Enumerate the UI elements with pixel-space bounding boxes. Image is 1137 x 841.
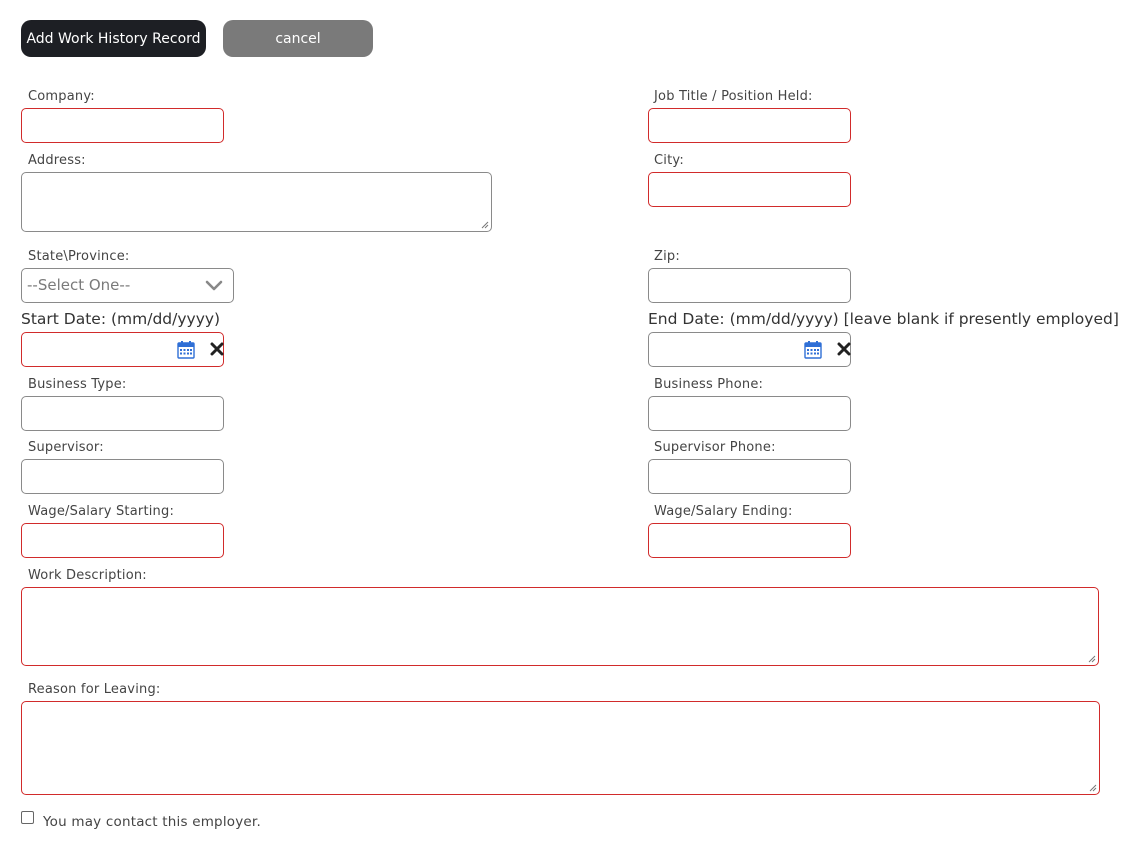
reason-leaving-label: Reason for Leaving: — [28, 682, 161, 697]
chevron-down-icon — [205, 280, 223, 291]
work-description-label: Work Description: — [28, 568, 147, 583]
resize-handle-icon[interactable] — [1088, 655, 1096, 663]
business-phone-input[interactable] — [648, 396, 851, 431]
add-work-history-button[interactable]: Add Work History Record — [21, 20, 206, 57]
wage-ending-input[interactable] — [648, 523, 851, 558]
zip-label: Zip: — [654, 249, 680, 264]
job-title-label: Job Title / Position Held: — [654, 89, 813, 104]
zip-input[interactable] — [648, 268, 851, 303]
cancel-button[interactable]: cancel — [223, 20, 373, 57]
company-input[interactable] — [21, 108, 224, 143]
calendar-icon[interactable] — [177, 341, 195, 359]
work-description-textarea[interactable] — [21, 587, 1099, 666]
wage-starting-label: Wage/Salary Starting: — [28, 504, 175, 519]
address-label: Address: — [28, 153, 86, 168]
end-date-label: End Date: (mm/dd/yyyy) [leave blank if p… — [648, 310, 1119, 328]
contact-employer-checkbox[interactable] — [21, 811, 34, 824]
reason-leaving-textarea[interactable] — [21, 701, 1100, 795]
resize-handle-icon[interactable] — [1089, 784, 1097, 792]
address-textarea[interactable] — [21, 172, 492, 232]
supervisor-phone-input[interactable] — [648, 459, 851, 494]
company-label: Company: — [28, 89, 95, 104]
business-phone-label: Business Phone: — [654, 377, 764, 392]
wage-starting-input[interactable] — [21, 523, 224, 558]
clear-end-date-icon[interactable] — [837, 341, 851, 357]
clear-start-date-icon[interactable] — [210, 341, 224, 357]
supervisor-input[interactable] — [21, 459, 224, 494]
start-date-label: Start Date: (mm/dd/yyyy) — [21, 310, 221, 328]
supervisor-phone-label: Supervisor Phone: — [654, 440, 776, 455]
end-date-input[interactable] — [648, 332, 851, 367]
business-type-input[interactable] — [21, 396, 224, 431]
city-label: City: — [654, 153, 684, 168]
contact-employer-label[interactable]: You may contact this employer. — [43, 814, 261, 830]
city-input[interactable] — [648, 172, 851, 207]
supervisor-label: Supervisor: — [28, 440, 104, 455]
state-select[interactable]: --Select One-- — [21, 268, 234, 303]
wage-ending-label: Wage/Salary Ending: — [654, 504, 793, 519]
business-type-label: Business Type: — [28, 377, 127, 392]
state-label: State\Province: — [28, 249, 130, 264]
calendar-icon[interactable] — [804, 341, 822, 359]
job-title-input[interactable] — [648, 108, 851, 143]
start-date-input[interactable] — [21, 332, 224, 367]
state-select-value: --Select One-- — [27, 276, 131, 294]
resize-handle-icon[interactable] — [481, 221, 489, 229]
